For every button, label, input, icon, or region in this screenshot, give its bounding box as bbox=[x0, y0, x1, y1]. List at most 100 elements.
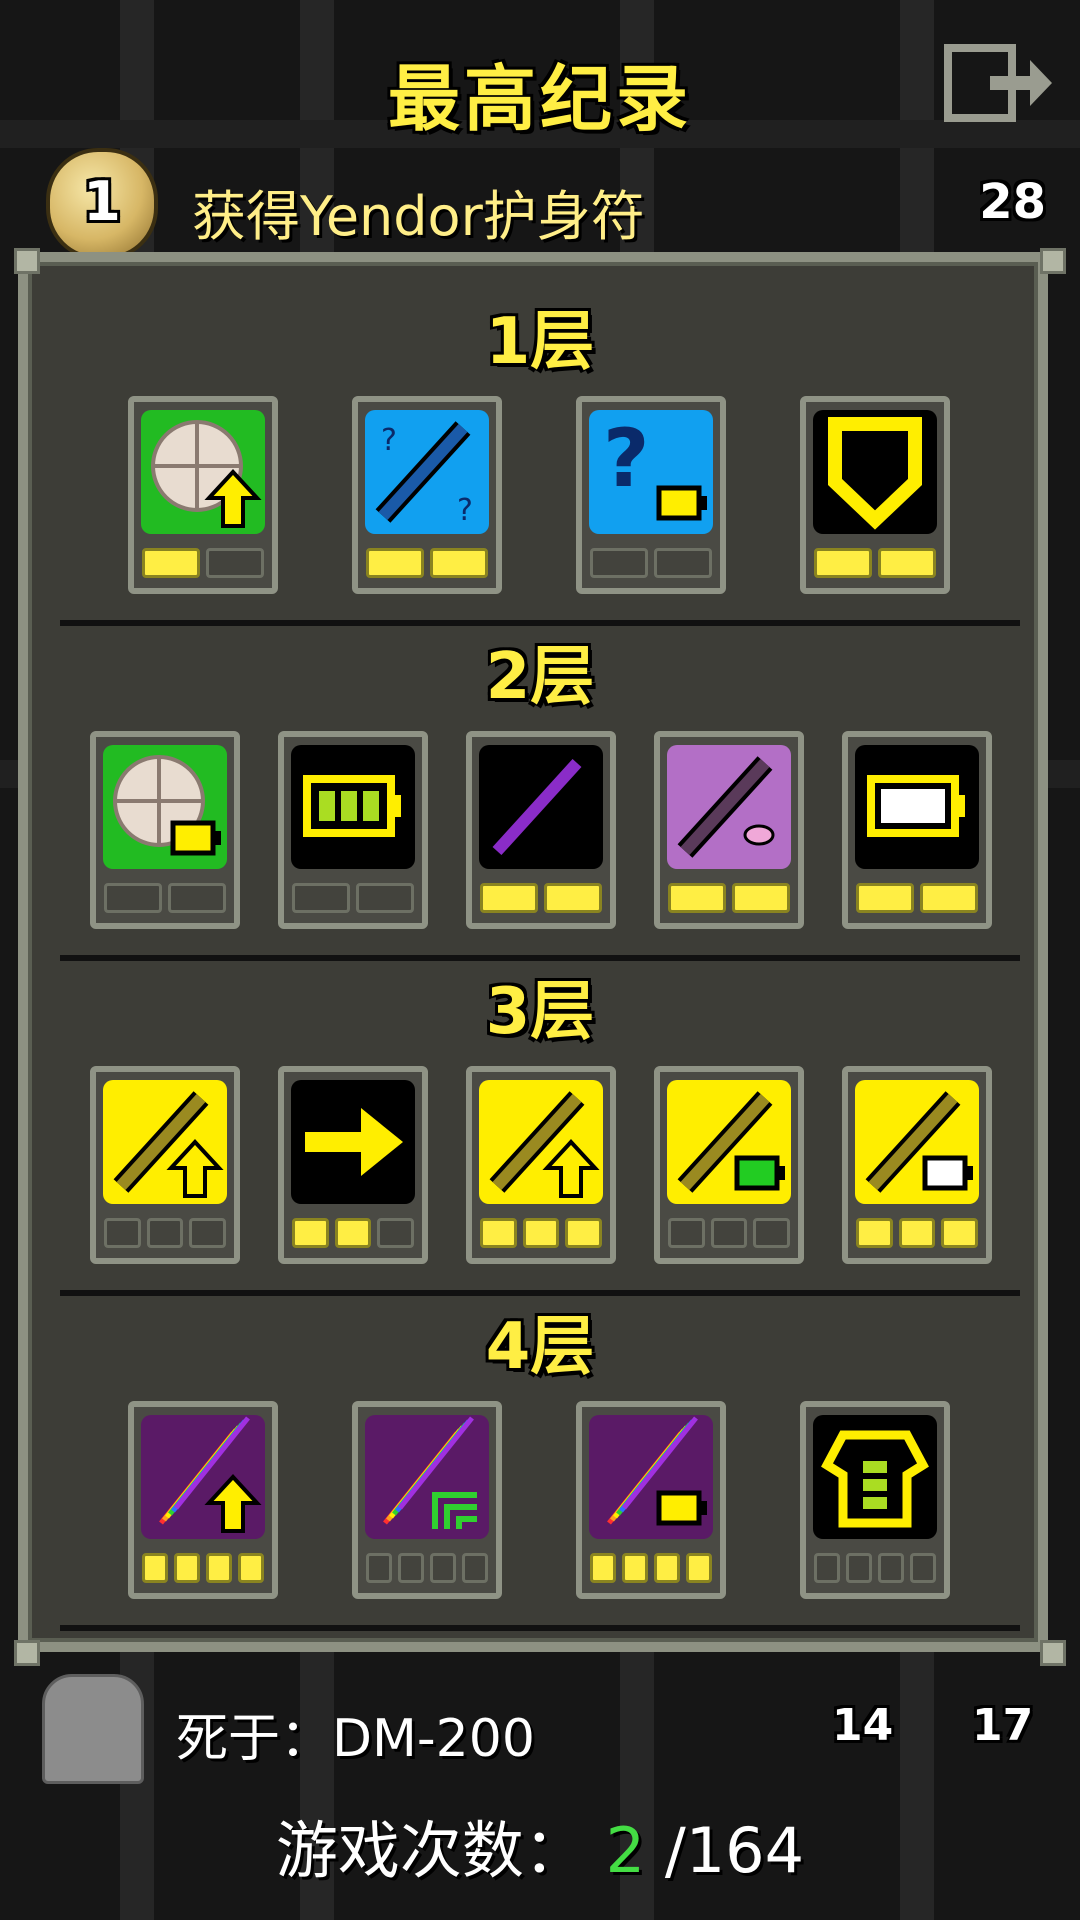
level-dot-filled bbox=[856, 883, 914, 913]
item-slot[interactable] bbox=[466, 731, 616, 929]
tombstone-icon bbox=[42, 1674, 144, 1784]
level-dot-filled bbox=[142, 1553, 168, 1583]
panel-corner bbox=[14, 248, 40, 274]
level-dot-filled bbox=[334, 1218, 372, 1248]
hero-rank-badge-icon: 1 bbox=[46, 148, 158, 260]
svg-text:?: ? bbox=[381, 423, 397, 458]
item-slot[interactable] bbox=[800, 1401, 950, 1599]
item-slot[interactable] bbox=[352, 1401, 502, 1599]
panel-corner bbox=[1040, 1640, 1066, 1666]
item-level-dots bbox=[856, 883, 978, 913]
full-battery-icon bbox=[291, 745, 415, 869]
item-level-dots bbox=[104, 1218, 227, 1248]
item-level-dots bbox=[366, 548, 488, 578]
svg-text:?: ? bbox=[603, 412, 649, 505]
exit-icon bbox=[944, 44, 1052, 122]
death-cause: 死于：DM-200 bbox=[176, 1709, 535, 1769]
item-slot[interactable] bbox=[654, 1066, 804, 1264]
level-dot-filled bbox=[142, 548, 200, 578]
level-stat: 17 bbox=[972, 1700, 1034, 1751]
level-dot-empty bbox=[104, 883, 162, 913]
level-dot-filled bbox=[941, 1218, 979, 1248]
level-dot-empty bbox=[366, 1553, 392, 1583]
item-level-dots bbox=[292, 883, 414, 913]
level-dot-empty bbox=[878, 1553, 904, 1583]
page-title: 最高纪录 bbox=[387, 57, 692, 141]
games-total: /164 bbox=[664, 1814, 805, 1887]
arrow-right-icon bbox=[291, 1080, 415, 1204]
item-slot[interactable] bbox=[278, 731, 428, 929]
item-slot[interactable]: ? bbox=[576, 396, 726, 594]
svg-text:?: ? bbox=[457, 493, 473, 528]
hero-rank-number: 1 bbox=[83, 170, 121, 233]
item-slot[interactable] bbox=[128, 1401, 278, 1599]
panel-corner bbox=[1040, 248, 1066, 274]
item-slot[interactable] bbox=[654, 731, 804, 929]
level-dot-empty bbox=[668, 1218, 705, 1248]
level-dot-filled bbox=[206, 1553, 232, 1583]
level-dot-filled bbox=[590, 1553, 616, 1583]
hero-description: 获得Yendor护身符 bbox=[192, 185, 645, 248]
item-slot[interactable]: ?? bbox=[352, 396, 502, 594]
level-dot-filled bbox=[686, 1553, 712, 1583]
level-dot-empty bbox=[146, 1218, 184, 1248]
level-dot-empty bbox=[104, 1218, 141, 1248]
level-dot-empty bbox=[846, 1553, 872, 1583]
item-slot[interactable] bbox=[576, 1401, 726, 1599]
level-dot-empty bbox=[710, 1218, 748, 1248]
item-slot[interactable] bbox=[278, 1066, 428, 1264]
shield-icon bbox=[813, 410, 937, 534]
rainbow-wand-corner-icon bbox=[365, 1415, 489, 1539]
scroll-upgrade-icon bbox=[141, 410, 265, 534]
level-dot-empty bbox=[189, 1218, 227, 1248]
item-slot[interactable] bbox=[842, 1066, 992, 1264]
item-level-dots bbox=[366, 1553, 488, 1583]
level-dot-filled bbox=[732, 883, 790, 913]
item-level-dots bbox=[590, 548, 712, 578]
level-dot-filled bbox=[920, 883, 978, 913]
item-slot[interactable] bbox=[90, 731, 240, 929]
level-dot-empty bbox=[910, 1553, 936, 1583]
rainbow-wand-battery-icon bbox=[589, 1415, 713, 1539]
level-dot-filled bbox=[430, 548, 488, 578]
purple-wand-icon bbox=[479, 745, 603, 869]
hero-level: 28 bbox=[979, 174, 1046, 230]
depth-label: 3层 bbox=[485, 975, 595, 1049]
level-dot-filled bbox=[878, 548, 936, 578]
item-level-dots bbox=[142, 1553, 264, 1583]
depth-stat: 14 bbox=[832, 1700, 894, 1751]
item-level-dots bbox=[856, 1218, 979, 1248]
level-dot-filled bbox=[366, 548, 424, 578]
exit-button[interactable] bbox=[940, 38, 1060, 128]
depth-label: 2层 bbox=[485, 640, 595, 714]
level-dot-filled bbox=[522, 1218, 560, 1248]
unknown-item-battery-icon: ? bbox=[589, 410, 713, 534]
level-dot-empty bbox=[356, 883, 414, 913]
level-dot-empty bbox=[590, 548, 648, 578]
item-slot[interactable] bbox=[90, 1066, 240, 1264]
item-level-dots bbox=[668, 1218, 791, 1248]
level-dot-filled bbox=[668, 883, 726, 913]
scroll-battery-icon bbox=[103, 745, 227, 869]
level-dot-filled bbox=[238, 1553, 264, 1583]
depth-label: 4层 bbox=[485, 1310, 595, 1384]
level-dot-empty bbox=[814, 1553, 840, 1583]
level-dot-filled bbox=[654, 1553, 680, 1583]
item-slot[interactable] bbox=[842, 731, 992, 929]
level-dot-filled bbox=[480, 883, 538, 913]
wand-upgrade-icon bbox=[103, 1080, 227, 1204]
level-dot-filled bbox=[856, 1218, 893, 1248]
item-slot[interactable] bbox=[128, 396, 278, 594]
level-dot-filled bbox=[174, 1553, 200, 1583]
item-slot[interactable] bbox=[800, 396, 950, 594]
level-dot-empty bbox=[753, 1218, 791, 1248]
item-level-dots bbox=[480, 1218, 603, 1248]
hero-summary: 1 获得Yendor护身符 28 bbox=[36, 140, 1046, 260]
item-level-dots bbox=[668, 883, 790, 913]
level-dot-filled bbox=[622, 1553, 648, 1583]
item-slot[interactable] bbox=[466, 1066, 616, 1264]
depth-label: 1层 bbox=[485, 305, 595, 379]
level-dot-empty bbox=[398, 1553, 424, 1583]
item-level-dots bbox=[292, 1218, 415, 1248]
games-current: 2 bbox=[605, 1814, 646, 1887]
